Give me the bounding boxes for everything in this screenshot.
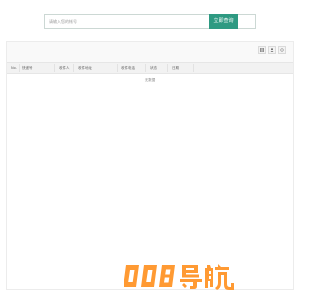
column-divider bbox=[19, 64, 20, 72]
column-divider bbox=[167, 64, 168, 72]
columns-icon[interactable] bbox=[258, 46, 266, 54]
column-header-date[interactable]: 日期 bbox=[172, 63, 179, 73]
table-toolbar bbox=[258, 46, 286, 54]
column-header-phone[interactable]: 收件电话 bbox=[121, 63, 135, 73]
column-header-recipient[interactable]: 收件人 bbox=[59, 63, 70, 73]
site-logo bbox=[124, 262, 260, 290]
search-button[interactable]: 立即查询 bbox=[209, 14, 238, 29]
column-header-no[interactable]: No. bbox=[11, 63, 17, 73]
logo-008-daohang bbox=[124, 264, 234, 290]
empty-state-text: 无数据 bbox=[144, 78, 156, 82]
refresh-icon[interactable] bbox=[278, 46, 286, 54]
search-input[interactable] bbox=[45, 15, 209, 28]
results-panel: No. 快递号 收件人 收件地址 收件电话 状态 日期 无数据 bbox=[6, 41, 294, 290]
column-header-address[interactable]: 收件地址 bbox=[78, 63, 92, 73]
column-header-status[interactable]: 状态 bbox=[150, 63, 157, 73]
column-divider bbox=[117, 64, 118, 72]
column-header-tracking-number[interactable]: 快递号 bbox=[22, 63, 33, 73]
column-divider bbox=[73, 64, 74, 72]
column-divider bbox=[54, 64, 55, 72]
search-bar: 立即查询 bbox=[44, 14, 256, 29]
table-header: No. 快递号 收件人 收件地址 收件电话 状态 日期 bbox=[7, 62, 293, 74]
column-divider bbox=[193, 64, 194, 72]
table-body: 无数据 bbox=[7, 74, 293, 289]
export-icon[interactable] bbox=[268, 46, 276, 54]
column-divider bbox=[145, 64, 146, 72]
